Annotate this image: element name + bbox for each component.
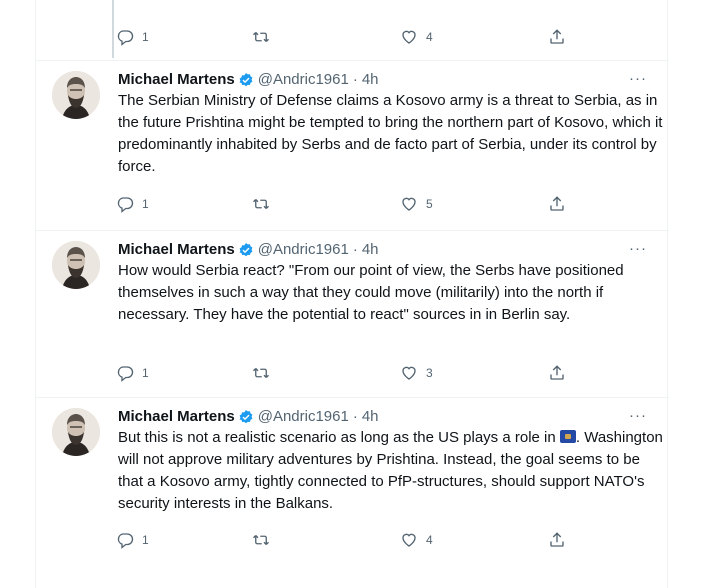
reply-count: 1 bbox=[142, 30, 149, 44]
like-button[interactable]: 3 bbox=[400, 364, 433, 382]
verified-badge-icon bbox=[239, 410, 253, 424]
separator-dot: · bbox=[352, 241, 358, 258]
share-button[interactable] bbox=[548, 364, 566, 382]
like-count: 5 bbox=[426, 197, 433, 211]
share-button[interactable] bbox=[548, 28, 566, 46]
like-count: 4 bbox=[426, 533, 433, 547]
tweet-text: The Serbian Ministry of Defense claims a… bbox=[118, 92, 663, 175]
avatar-portrait-icon bbox=[52, 71, 100, 119]
tweet-actions: 1 5 bbox=[36, 195, 669, 217]
reply-button[interactable]: 1 bbox=[116, 364, 149, 382]
like-button[interactable]: 4 bbox=[400, 531, 433, 549]
author-handle[interactable]: @Andric1961 bbox=[258, 407, 349, 427]
share-icon bbox=[550, 29, 564, 44]
like-button[interactable]: 4 bbox=[400, 28, 433, 46]
author-name[interactable]: Michael Martens bbox=[118, 70, 235, 90]
reply-count: 1 bbox=[142, 533, 149, 547]
avatar-portrait-icon bbox=[52, 408, 100, 456]
tweet-header: Michael Martens @Andric1961 · 4h bbox=[118, 70, 379, 90]
tweet-text-part: But this is not a realistic scenario as … bbox=[118, 429, 560, 446]
like-icon bbox=[402, 533, 416, 547]
avatar-portrait-icon bbox=[52, 241, 100, 289]
share-icon bbox=[550, 532, 564, 547]
like-icon bbox=[402, 197, 416, 211]
more-options-button[interactable]: ··· bbox=[629, 240, 647, 257]
reply-icon bbox=[117, 30, 134, 46]
reply-button[interactable]: 1 bbox=[116, 195, 149, 213]
like-count: 4 bbox=[426, 30, 433, 44]
top-tweet-actions: 1 4 bbox=[36, 28, 669, 50]
reply-icon bbox=[117, 366, 134, 382]
timeline-column: 1 4 Michael Martens @Andric1961 · 4h ···… bbox=[35, 0, 669, 588]
author-name[interactable]: Michael Martens bbox=[118, 240, 235, 260]
like-count: 3 bbox=[426, 366, 433, 380]
kosovo-flag-icon bbox=[559, 430, 576, 443]
timestamp[interactable]: 4h bbox=[362, 70, 379, 90]
avatar[interactable] bbox=[52, 241, 100, 289]
more-options-button[interactable]: ··· bbox=[629, 407, 647, 424]
tweet-header: Michael Martens @Andric1961 · 4h bbox=[118, 407, 379, 427]
share-button[interactable] bbox=[548, 531, 566, 549]
reply-icon bbox=[117, 533, 134, 549]
reply-button[interactable]: 1 bbox=[116, 531, 149, 549]
tweet-text: How would Serbia react? "From our point … bbox=[118, 262, 624, 323]
timestamp[interactable]: 4h bbox=[362, 240, 379, 260]
reply-count: 1 bbox=[142, 366, 149, 380]
avatar[interactable] bbox=[52, 71, 100, 119]
separator-dot: · bbox=[352, 408, 358, 425]
author-name[interactable]: Michael Martens bbox=[118, 407, 235, 427]
share-button[interactable] bbox=[548, 195, 566, 213]
retweet-button[interactable] bbox=[252, 364, 278, 382]
like-button[interactable]: 5 bbox=[400, 195, 433, 213]
tweet[interactable]: Michael Martens @Andric1961 · 4h ··· How… bbox=[36, 230, 669, 395]
tweet[interactable]: Michael Martens @Andric1961 · 4h ··· The… bbox=[36, 60, 669, 225]
verified-badge-icon bbox=[239, 73, 253, 87]
author-handle[interactable]: @Andric1961 bbox=[258, 70, 349, 90]
retweet-icon bbox=[253, 199, 269, 209]
tweet-actions: 1 4 bbox=[36, 531, 669, 553]
share-icon bbox=[550, 196, 564, 211]
verified-badge-icon bbox=[239, 243, 253, 257]
more-options-button[interactable]: ··· bbox=[629, 70, 647, 87]
tweet-actions: 1 3 bbox=[36, 364, 669, 386]
retweet-button[interactable] bbox=[252, 531, 278, 549]
avatar[interactable] bbox=[52, 408, 100, 456]
retweet-icon bbox=[253, 32, 269, 42]
retweet-button[interactable] bbox=[252, 195, 278, 213]
tweet-header: Michael Martens @Andric1961 · 4h bbox=[118, 240, 379, 260]
separator-dot: · bbox=[352, 71, 358, 88]
reply-button[interactable]: 1 bbox=[116, 28, 149, 46]
reply-count: 1 bbox=[142, 197, 149, 211]
tweet[interactable]: Michael Martens @Andric1961 · 4h ··· But… bbox=[36, 397, 669, 562]
timestamp[interactable]: 4h bbox=[362, 407, 379, 427]
retweet-button[interactable] bbox=[252, 28, 278, 46]
share-icon bbox=[550, 365, 564, 380]
reply-icon bbox=[117, 197, 134, 213]
retweet-icon bbox=[253, 368, 269, 378]
tweet-text: But this is not a realistic scenario as … bbox=[118, 427, 666, 515]
author-handle[interactable]: @Andric1961 bbox=[258, 240, 349, 260]
like-icon bbox=[402, 366, 416, 380]
retweet-icon bbox=[253, 535, 269, 545]
like-icon bbox=[402, 30, 416, 44]
